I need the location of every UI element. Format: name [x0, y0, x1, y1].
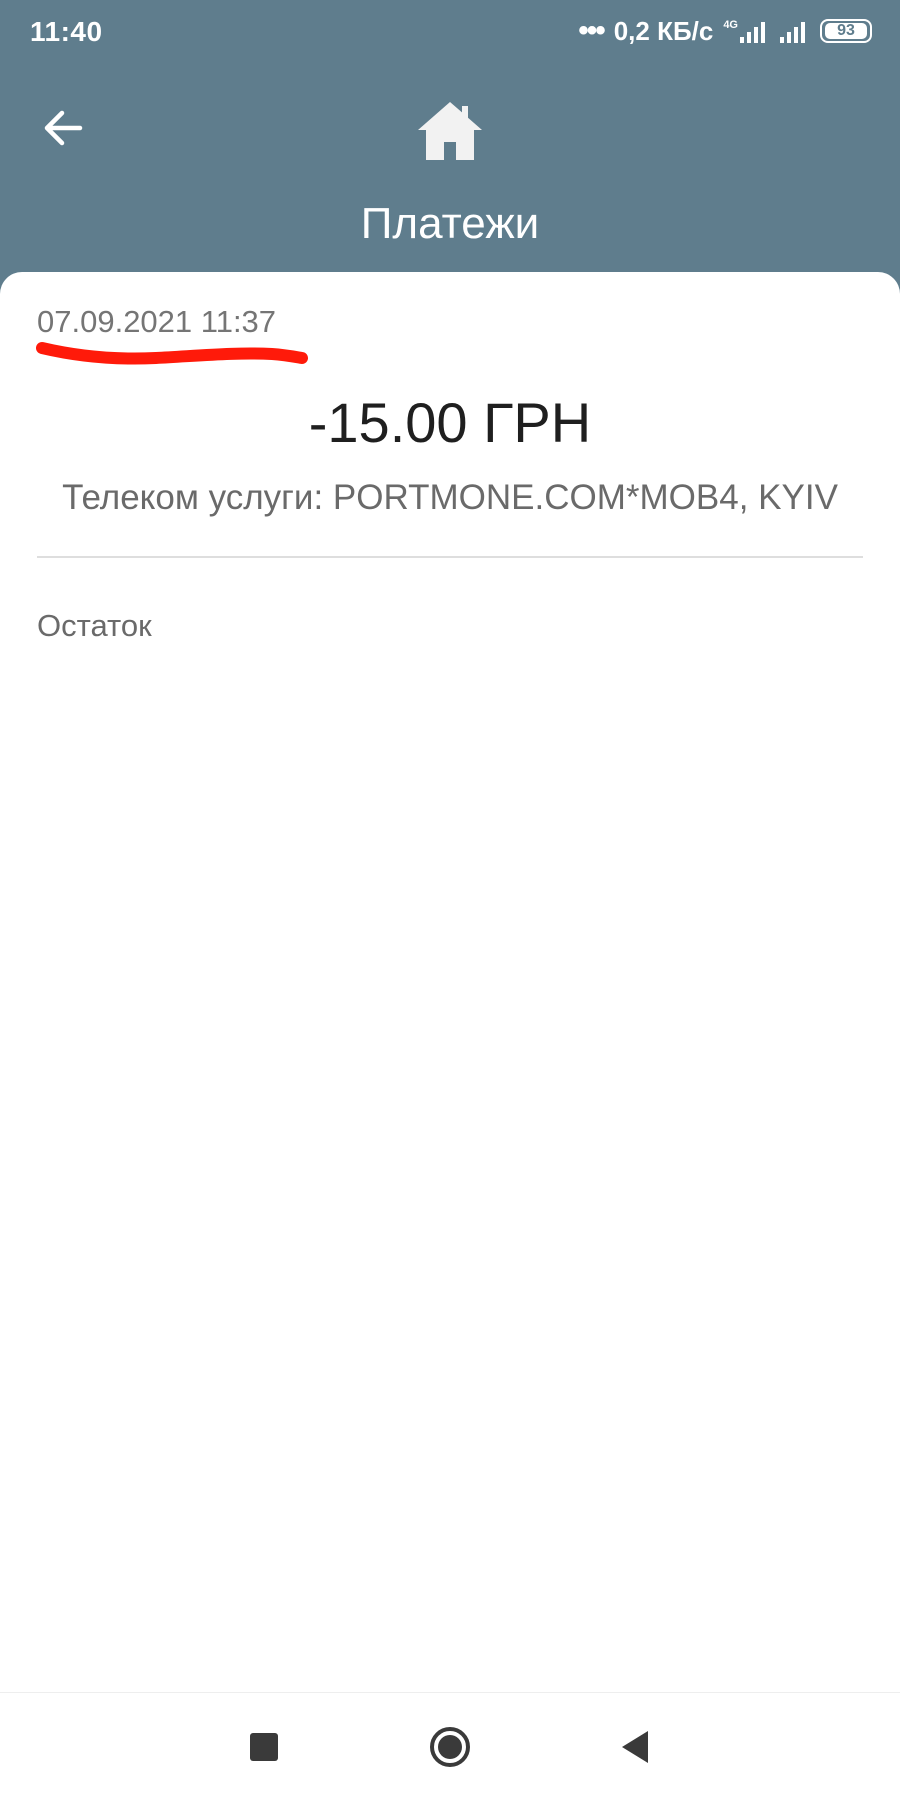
- arrow-left-icon: [44, 110, 83, 146]
- transaction-description: Телеком услуги: PORTMONE.COM*MOB4, KYIV: [62, 478, 838, 517]
- status-right-group: ••• 0,2 КБ/с 4G 93: [578, 14, 872, 48]
- battery-icon: 93: [820, 19, 872, 43]
- app-header: Платежи: [0, 64, 900, 274]
- status-bar: 11:40 ••• 0,2 КБ/с 4G 93: [0, 0, 900, 64]
- network-type-group: 4G: [723, 19, 770, 43]
- signal-icon: [740, 22, 765, 43]
- balance-label: Остаток: [37, 608, 152, 643]
- recents-square-icon: [250, 1733, 278, 1761]
- dots-icon: •••: [578, 14, 605, 47]
- page-title: Платежи: [360, 199, 540, 248]
- home-icon: [418, 102, 482, 160]
- transaction-card: 07.09.2021 11:37 -15.00 ГРН Телеком услу…: [0, 272, 900, 1692]
- red-underline-annotation: [36, 342, 308, 365]
- status-time: 11:40: [30, 16, 103, 47]
- recents-button[interactable]: [236, 1719, 292, 1775]
- divider: [37, 556, 863, 558]
- back-button[interactable]: [36, 100, 92, 156]
- home-circle-icon: [430, 1727, 470, 1767]
- system-nav-bar: [0, 1692, 900, 1800]
- system-back-button[interactable]: [608, 1719, 664, 1775]
- home-button[interactable]: [412, 94, 488, 170]
- network-type: 4G: [723, 19, 738, 31]
- transaction-amount: -15.00 ГРН: [308, 391, 592, 454]
- signal-icon: [780, 22, 805, 43]
- system-home-button[interactable]: [422, 1719, 478, 1775]
- battery-level: 93: [825, 23, 867, 39]
- back-triangle-icon: [622, 1731, 648, 1763]
- network-speed: 0,2 КБ/с: [613, 15, 714, 46]
